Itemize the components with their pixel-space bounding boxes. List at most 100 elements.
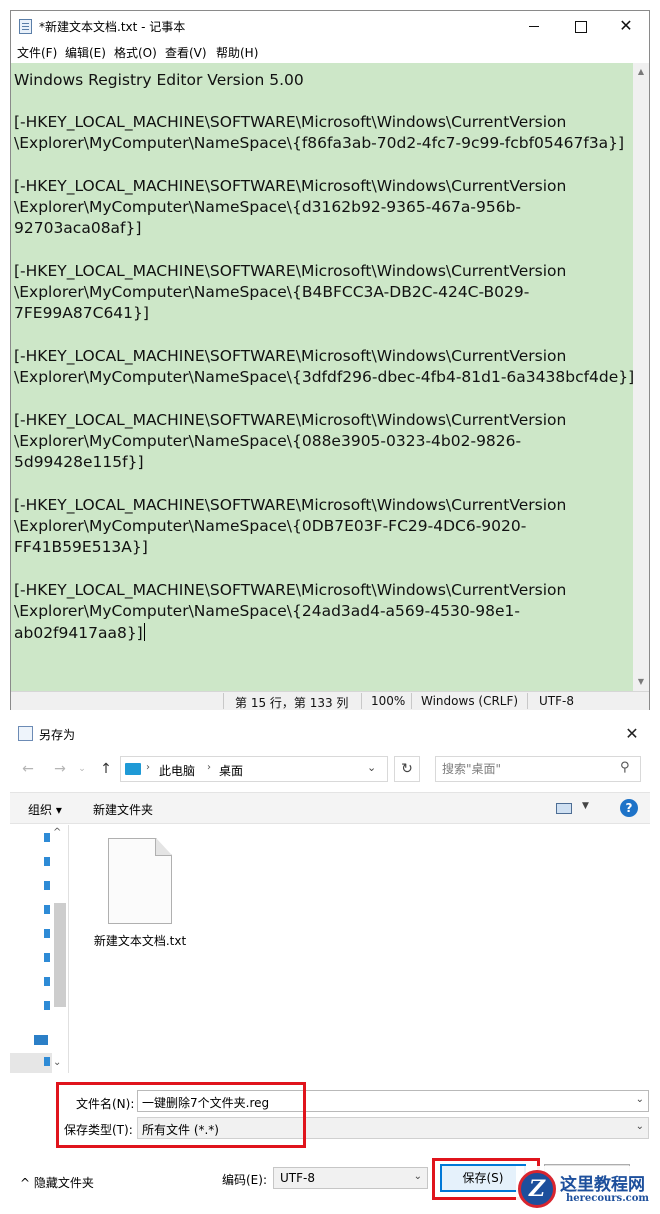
- maximize-icon[interactable]: [557, 11, 603, 41]
- text-line: \Explorer\MyComputer\NameSpace\{f86fa3ab…: [14, 134, 625, 152]
- text-line: \Explorer\MyComputer\NameSpace\{d3162b92…: [14, 198, 522, 216]
- vertical-scrollbar[interactable]: ▲ ▼: [633, 63, 649, 691]
- forward-arrow-icon[interactable]: →: [50, 758, 70, 780]
- status-zoom: 100%: [371, 694, 406, 708]
- encoding-label: 编码(E):: [222, 1173, 267, 1187]
- text-caret: [143, 623, 145, 641]
- chevron-right-icon[interactable]: ›: [146, 762, 150, 773]
- search-box[interactable]: ⚲: [435, 756, 641, 782]
- organize-button[interactable]: 组织 ▾: [28, 801, 62, 818]
- help-icon[interactable]: ?: [620, 799, 638, 817]
- folder-icon[interactable]: [44, 977, 50, 986]
- status-encoding: UTF-8: [539, 694, 574, 708]
- text-line: [-HKEY_LOCAL_MACHINE\SOFTWARE\Microsoft\…: [14, 177, 567, 195]
- text-line: \Explorer\MyComputer\NameSpace\{B4BFCC3A…: [14, 283, 530, 301]
- search-input[interactable]: [436, 757, 616, 781]
- status-divider: [411, 693, 412, 709]
- chevron-up-icon: ^: [20, 1176, 34, 1190]
- watermark-brand: 这里教程网: [560, 1175, 645, 1195]
- folder-icon[interactable]: [44, 833, 50, 842]
- close-icon[interactable]: ✕: [603, 11, 649, 41]
- notepad-text-area[interactable]: Windows Registry Editor Version 5.00 [-H…: [11, 63, 633, 691]
- search-icon[interactable]: ⚲: [620, 760, 630, 775]
- text-line: FF41B59E513A}]: [14, 538, 148, 556]
- minimize-icon[interactable]: [511, 11, 557, 41]
- status-line-ending: Windows (CRLF): [421, 694, 519, 708]
- dialog-title: 另存为: [39, 728, 76, 742]
- text-line-last: ab02f9417aa8}]: [14, 623, 145, 642]
- chevron-down-icon[interactable]: ▼: [582, 801, 589, 811]
- back-arrow-icon[interactable]: ←: [18, 758, 38, 780]
- text-line: \Explorer\MyComputer\NameSpace\{088e3905…: [14, 432, 522, 450]
- logo-mark-icon: Z: [518, 1170, 556, 1208]
- dialog-icon: [18, 726, 33, 741]
- folder-icon[interactable]: [44, 1057, 50, 1066]
- watermark-url: herecours.com: [566, 1193, 650, 1204]
- folder-icon[interactable]: [44, 1001, 50, 1010]
- status-divider: [223, 693, 224, 709]
- breadcrumb-desktop[interactable]: 桌面: [219, 762, 243, 779]
- chevron-down-icon[interactable]: ⌄: [636, 1121, 644, 1132]
- text-line: [-HKEY_LOCAL_MACHINE\SOFTWARE\Microsoft\…: [14, 347, 567, 365]
- folder-icon[interactable]: [44, 905, 50, 914]
- file-item[interactable]: 新建文本文档.txt: [90, 838, 190, 948]
- chevron-up-icon[interactable]: ^: [53, 827, 61, 838]
- text-line: [-HKEY_LOCAL_MACHINE\SOFTWARE\Microsoft\…: [14, 496, 567, 514]
- text-line: 5d99428e115f}]: [14, 453, 144, 471]
- scroll-down-icon[interactable]: ▼: [636, 677, 646, 687]
- text-line: [-HKEY_LOCAL_MACHINE\SOFTWARE\Microsoft\…: [14, 113, 567, 131]
- chevron-down-icon[interactable]: ⌄: [414, 1171, 422, 1182]
- text-line-content: ab02f9417aa8}]: [14, 624, 143, 642]
- menu-edit[interactable]: 编辑(E): [65, 44, 106, 61]
- watermark-logo: Z 这里教程网 herecours.com: [516, 1166, 658, 1212]
- pane-divider: [68, 825, 69, 1073]
- menu-help[interactable]: 帮助(H): [216, 44, 258, 61]
- page-fold: [155, 839, 171, 856]
- notepad-window: *新建文本文档.txt - 记事本 ✕ 文件(F) 编辑(E) 格式(O) 查看…: [10, 10, 650, 710]
- file-name: 新建文本文档.txt: [93, 934, 187, 948]
- text-line: \Explorer\MyComputer\NameSpace\{0DB7E03F…: [14, 517, 527, 535]
- new-folder-button[interactable]: 新建文件夹: [93, 801, 153, 818]
- notepad-titlebar[interactable]: *新建文本文档.txt - 记事本 ✕: [11, 11, 649, 41]
- refresh-icon[interactable]: ↻: [394, 756, 420, 782]
- hide-folders-toggle[interactable]: ^ 隐藏文件夹: [20, 1174, 94, 1191]
- nav-scroll-thumb[interactable]: [54, 903, 66, 1007]
- chevron-right-icon[interactable]: ›: [207, 762, 211, 773]
- recent-locations-icon[interactable]: ⌄: [72, 758, 92, 780]
- dialog-toolbar: 组织 ▾ 新建文件夹 ▼ ?: [10, 792, 650, 824]
- notepad-title: *新建文本文档.txt - 记事本: [39, 20, 186, 34]
- text-line: \Explorer\MyComputer\NameSpace\{24ad3ad4…: [14, 602, 520, 620]
- this-pc-icon: [125, 763, 141, 775]
- hide-folders-label: 隐藏文件夹: [33, 1176, 94, 1190]
- address-bar[interactable]: › 此电脑 › 桌面 ⌄: [120, 756, 388, 782]
- text-line: [-HKEY_LOCAL_MACHINE\SOFTWARE\Microsoft\…: [14, 411, 567, 429]
- close-icon[interactable]: ✕: [620, 722, 644, 746]
- menu-format[interactable]: 格式(O): [114, 44, 157, 61]
- navigation-pane[interactable]: ^ ⌄: [10, 825, 68, 1073]
- breadcrumb-this-pc[interactable]: 此电脑: [159, 762, 195, 779]
- encoding-value[interactable]: UTF-8: [280, 1171, 315, 1185]
- chevron-down-icon[interactable]: ⌄: [367, 761, 376, 774]
- folder-icon[interactable]: [44, 929, 50, 938]
- this-pc-icon[interactable]: [34, 1035, 48, 1045]
- chevron-down-icon[interactable]: ⌄: [53, 1057, 61, 1068]
- chevron-down-icon[interactable]: ⌄: [636, 1094, 644, 1105]
- notepad-menubar: 文件(F) 编辑(E) 格式(O) 查看(V) 帮助(H): [11, 41, 649, 63]
- notepad-app-icon: [19, 19, 32, 34]
- menu-file[interactable]: 文件(F): [17, 44, 57, 61]
- folder-icon[interactable]: [44, 953, 50, 962]
- status-divider: [527, 693, 528, 709]
- up-arrow-icon[interactable]: ↑: [96, 758, 116, 780]
- dialog-titlebar[interactable]: 另存为 ✕: [10, 718, 650, 750]
- navigation-bar: ← → ⌄ ↑ › 此电脑 › 桌面 ⌄ ↻ ⚲: [10, 754, 650, 784]
- folder-icon[interactable]: [44, 881, 50, 890]
- status-divider: [361, 693, 362, 709]
- menu-view[interactable]: 查看(V): [165, 44, 207, 61]
- scroll-up-icon[interactable]: ▲: [636, 67, 646, 77]
- encoding-select[interactable]: UTF-8 ⌄: [273, 1167, 428, 1189]
- view-options-icon[interactable]: [556, 803, 572, 814]
- text-line: [-HKEY_LOCAL_MACHINE\SOFTWARE\Microsoft\…: [14, 262, 567, 280]
- text-line: [-HKEY_LOCAL_MACHINE\SOFTWARE\Microsoft\…: [14, 581, 567, 599]
- folder-icon[interactable]: [44, 857, 50, 866]
- save-as-dialog: 另存为 ✕ ← → ⌄ ↑ › 此电脑 › 桌面 ⌄ ↻ ⚲ 组织 ▾ 新建文件…: [10, 718, 650, 1208]
